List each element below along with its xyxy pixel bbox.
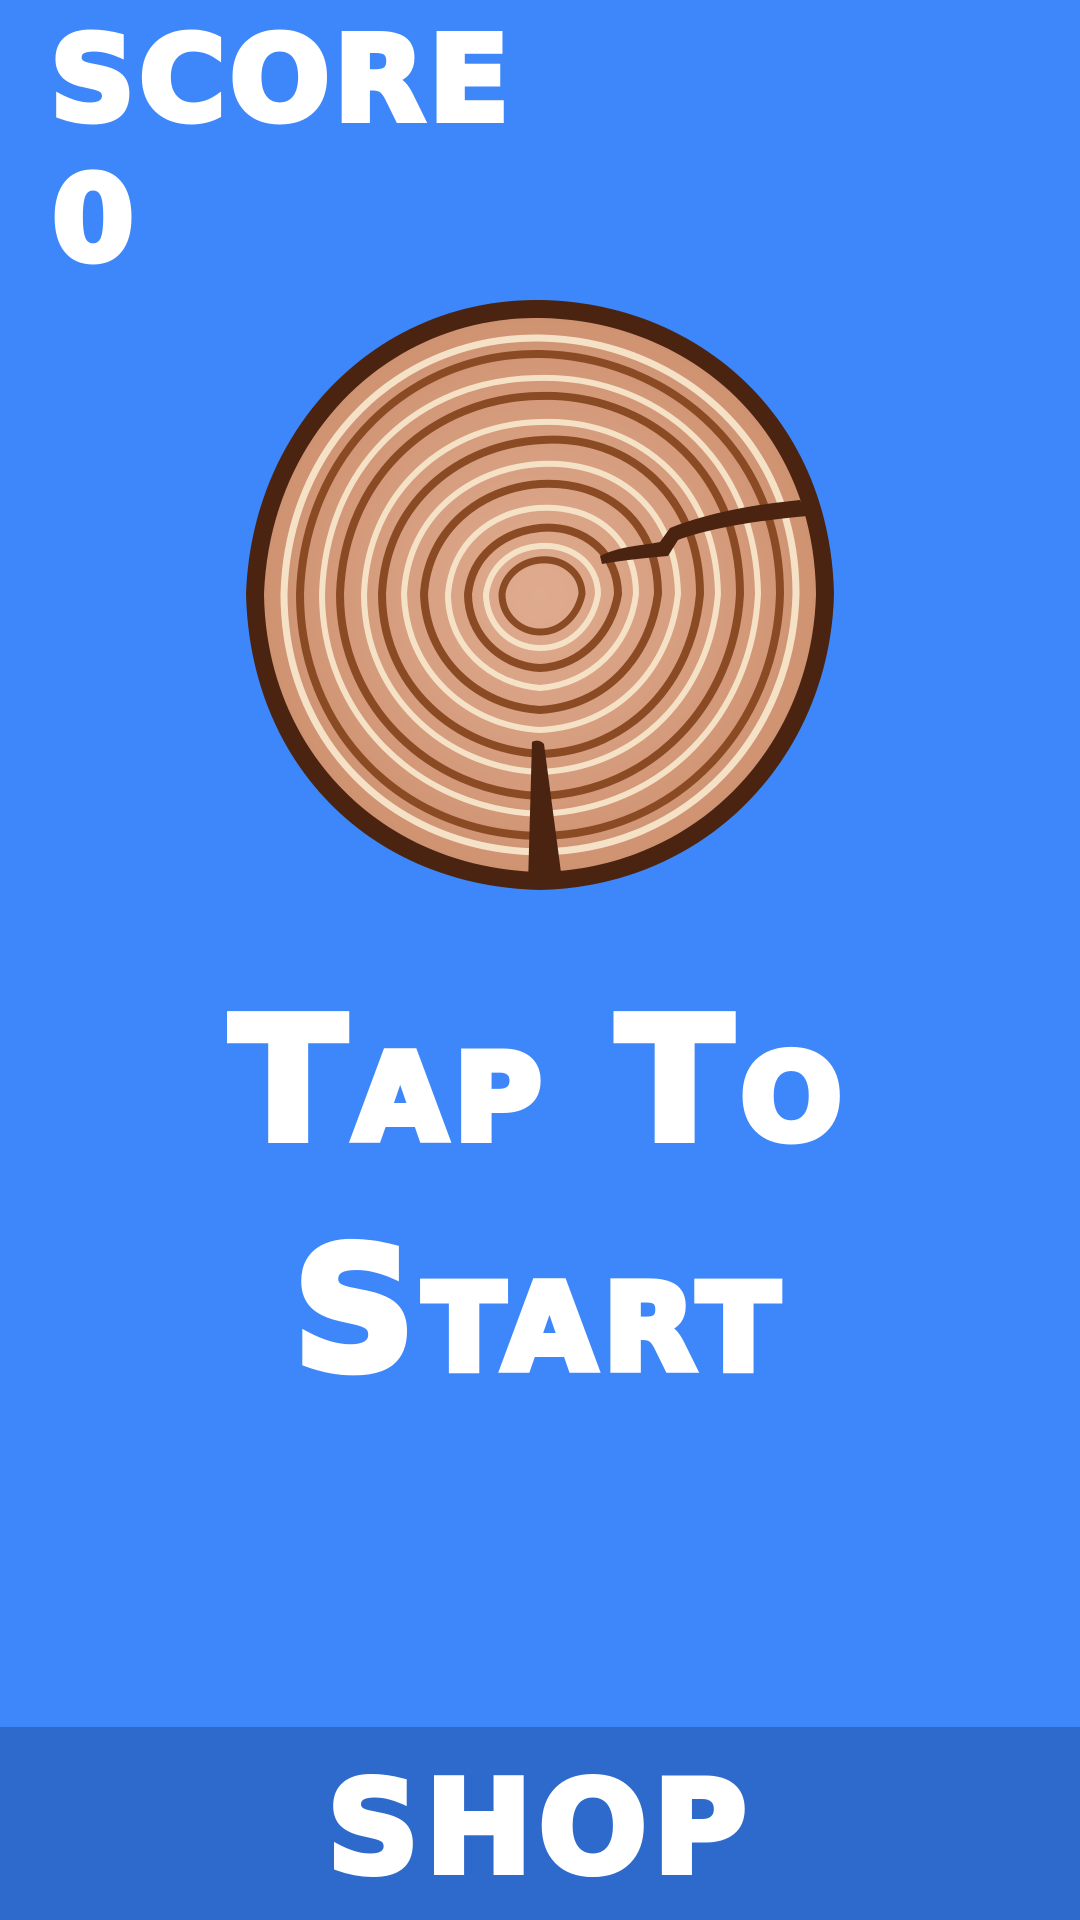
shop-button[interactable]: SHOP xyxy=(0,1727,1080,1920)
tap-to-start-line-1[interactable]: Tap To xyxy=(0,992,1080,1170)
tap-to-start-line-2[interactable]: Start xyxy=(0,1222,1080,1400)
score-value: 0 xyxy=(49,150,137,288)
score-label: SCORE xyxy=(47,10,514,148)
log-slice-icon[interactable] xyxy=(240,294,840,894)
shop-label: SHOP xyxy=(324,1754,753,1903)
